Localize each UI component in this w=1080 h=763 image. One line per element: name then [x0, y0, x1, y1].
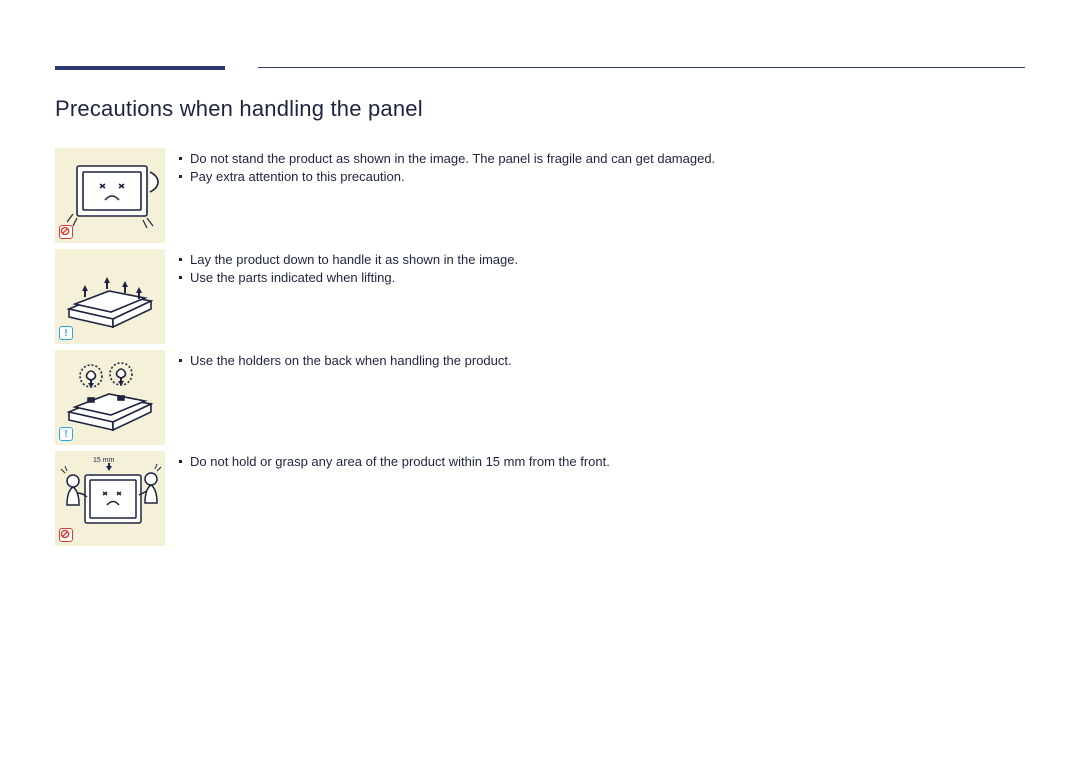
text-line: Use the holders on the back when handlin… — [179, 352, 512, 370]
bullet-icon — [179, 276, 182, 279]
bullet-icon — [179, 258, 182, 261]
text: Do not stand the product as shown in the… — [190, 150, 715, 168]
precaution-row: Do not stand the product as shown in the… — [55, 148, 1025, 243]
text: Pay extra attention to this precaution. — [190, 168, 405, 186]
horizontal-rule — [258, 67, 1025, 68]
precaution-text: Do not hold or grasp any area of the pro… — [165, 451, 610, 471]
prohibit-icon — [59, 528, 73, 542]
precaution-text: Use the holders on the back when handlin… — [165, 350, 512, 370]
bullet-icon — [179, 157, 182, 160]
text: Use the holders on the back when handlin… — [190, 352, 512, 370]
illustration-standing-panel — [55, 148, 165, 243]
text-line: Use the parts indicated when lifting. — [179, 269, 518, 287]
precaution-text: Lay the product down to handle it as sho… — [165, 249, 518, 286]
text: Lay the product down to handle it as sho… — [190, 251, 518, 269]
illustration-laydown-arrows: ! — [55, 249, 165, 344]
precaution-text: Do not stand the product as shown in the… — [165, 148, 715, 185]
bullet-icon — [179, 460, 182, 463]
precaution-row: ! Use the holders on the back when handl… — [55, 350, 1025, 445]
precaution-row: ! Lay the product down to handle it as s… — [55, 249, 1025, 344]
precaution-row: 15 mm — [55, 451, 1025, 546]
bullet-icon — [179, 359, 182, 362]
section-title: Precautions when handling the panel — [55, 96, 423, 122]
text-line: Do not hold or grasp any area of the pro… — [179, 453, 610, 471]
precaution-list: Do not stand the product as shown in the… — [55, 148, 1025, 552]
text-line: Do not stand the product as shown in the… — [179, 150, 715, 168]
illustration-holders: ! — [55, 350, 165, 445]
illustration-front-edge-15mm: 15 mm — [55, 451, 165, 546]
caution-icon: ! — [59, 427, 73, 441]
text: Do not hold or grasp any area of the pro… — [190, 453, 610, 471]
bullet-icon — [179, 175, 182, 178]
text-line: Lay the product down to handle it as sho… — [179, 251, 518, 269]
document-page: Precautions when handling the panel — [0, 0, 1080, 763]
accent-bar — [55, 66, 225, 70]
text: Use the parts indicated when lifting. — [190, 269, 395, 287]
text-line: Pay extra attention to this precaution. — [179, 168, 715, 186]
prohibit-icon — [59, 225, 73, 239]
caution-icon: ! — [59, 326, 73, 340]
